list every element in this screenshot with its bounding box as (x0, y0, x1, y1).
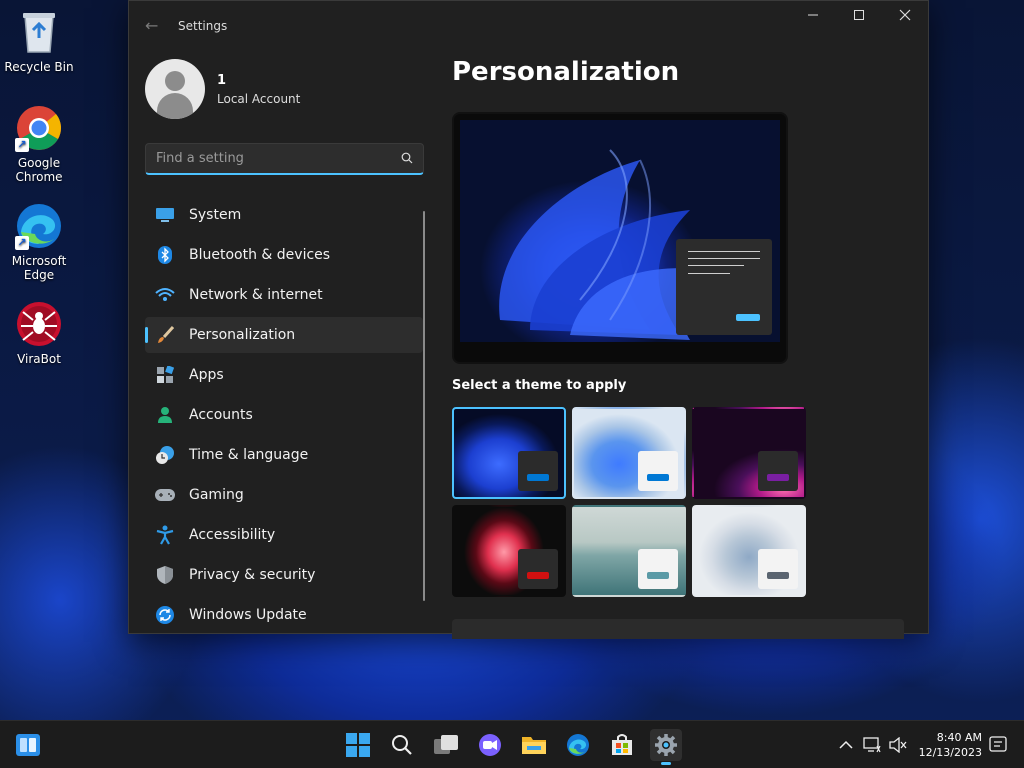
avatar (145, 59, 205, 119)
theme-preview (452, 112, 788, 364)
shield-icon (155, 565, 175, 585)
themes-label: Select a theme to apply (452, 378, 627, 393)
nav-label: Bluetooth & devices (189, 247, 331, 263)
gaming-icon (155, 485, 175, 505)
desktop-icon-recycle-bin[interactable]: Recycle Bin (4, 8, 74, 74)
settings-icon[interactable] (650, 729, 682, 765)
search-box[interactable] (145, 143, 424, 175)
preview-mini-window (676, 239, 772, 335)
nav-label: Time & language (189, 447, 309, 463)
search-input[interactable] (156, 151, 401, 166)
nav-label: Accounts (189, 407, 253, 423)
theme-captured-motion[interactable] (452, 505, 566, 597)
virabot-icon (15, 300, 63, 348)
theme-grid (452, 407, 806, 597)
nav-scrollbar[interactable] (423, 211, 425, 601)
nav-item-apps[interactable]: Apps (145, 357, 423, 393)
nav-item-time-language[interactable]: Time & language (145, 437, 423, 473)
nav-label: Network & internet (189, 287, 323, 303)
chrome-icon: ↗ (15, 104, 63, 152)
desktop-icon-label: ViraBot (17, 352, 61, 366)
theme-sunrise[interactable] (572, 505, 686, 597)
nav-label: System (189, 207, 242, 223)
page-title: Personalization (452, 57, 680, 87)
profile-account-type: Local Account (217, 91, 301, 106)
desktop-icon-virabot[interactable]: ViraBot (4, 300, 74, 366)
nav-label: Gaming (189, 487, 244, 503)
close-button[interactable] (890, 9, 920, 29)
search-icon[interactable] (401, 149, 413, 168)
widgets-icon[interactable] (12, 729, 44, 761)
settings-window: ← Settings 1 Local Account Sy (128, 0, 929, 639)
recycle-bin-icon (15, 8, 63, 56)
nav-label: Windows Update (189, 607, 307, 623)
nav-label: Accessibility (189, 527, 276, 543)
start-icon[interactable] (342, 729, 374, 761)
nav-item-personalization[interactable]: Personalization (145, 317, 423, 353)
nav-label: Apps (189, 367, 224, 383)
edge-icon: ↗ (15, 202, 63, 250)
title-bar[interactable]: ← Settings (129, 1, 928, 49)
user-profile[interactable]: 1 Local Account (145, 59, 300, 119)
clock-date: 12/13/2023 (918, 746, 982, 759)
nav-item-privacy-security[interactable]: Privacy & security (145, 557, 423, 593)
brush-icon (155, 325, 175, 345)
nav-item-gaming[interactable]: Gaming (145, 477, 423, 513)
personalization-content: Personalization Select a theme to apply (452, 57, 912, 639)
theme-glow[interactable] (692, 407, 806, 499)
bluetooth-icon (155, 245, 175, 265)
profile-name: 1 (217, 72, 227, 88)
time-language-icon (155, 445, 175, 465)
edge-icon[interactable] (562, 729, 594, 761)
nav-item-system[interactable]: System (145, 197, 423, 233)
nav-label: Privacy & security (189, 567, 316, 583)
shortcut-arrow-icon: ↗ (15, 236, 29, 250)
maximize-button[interactable] (844, 9, 874, 29)
search-icon[interactable] (386, 729, 418, 761)
taskbar: 8:40 AM 12/13/2023 (0, 720, 1024, 768)
file-explorer-icon[interactable] (518, 729, 550, 761)
nav-label: Personalization (189, 327, 296, 343)
network-icon[interactable] (862, 735, 882, 755)
theme-windows-dark[interactable] (452, 407, 566, 499)
settings-nav: System Bluetooth & devices Network & int… (145, 197, 423, 637)
desktop-icon-chrome[interactable]: ↗ Google Chrome (4, 104, 74, 184)
desktop-icon-label: Recycle Bin (4, 60, 74, 74)
settings-card[interactable] (452, 619, 904, 639)
wifi-icon (155, 285, 175, 305)
store-icon[interactable] (606, 729, 638, 761)
desktop-icon-label: Microsoft Edge (11, 254, 67, 282)
task-view-icon[interactable] (430, 729, 462, 761)
system-icon (155, 205, 175, 225)
shortcut-arrow-icon: ↗ (15, 138, 29, 152)
desktop-icon-label: Google Chrome (15, 156, 63, 184)
accessibility-icon (155, 525, 175, 545)
clock-time: 8:40 AM (936, 731, 982, 744)
nav-item-windows-update[interactable]: Windows Update (145, 597, 423, 633)
nav-item-accounts[interactable]: Accounts (145, 397, 423, 433)
accounts-icon (155, 405, 175, 425)
chevron-up-icon[interactable] (836, 735, 856, 755)
taskbar-clock[interactable]: 8:40 AM 12/13/2023 (918, 730, 982, 760)
desktop-icon-edge[interactable]: ↗ Microsoft Edge (4, 202, 74, 282)
theme-flow[interactable] (692, 505, 806, 597)
window-title: Settings (178, 19, 228, 33)
update-icon (155, 605, 175, 625)
back-arrow-icon[interactable]: ← (145, 16, 158, 35)
nav-item-accessibility[interactable]: Accessibility (145, 517, 423, 553)
theme-windows-light[interactable] (572, 407, 686, 499)
nav-item-network[interactable]: Network & internet (145, 277, 423, 313)
volume-muted-icon[interactable] (888, 735, 908, 755)
notification-icon[interactable] (988, 735, 1008, 755)
minimize-button[interactable] (798, 9, 828, 29)
apps-icon (155, 365, 175, 385)
nav-item-bluetooth[interactable]: Bluetooth & devices (145, 237, 423, 273)
chat-icon[interactable] (474, 729, 506, 761)
